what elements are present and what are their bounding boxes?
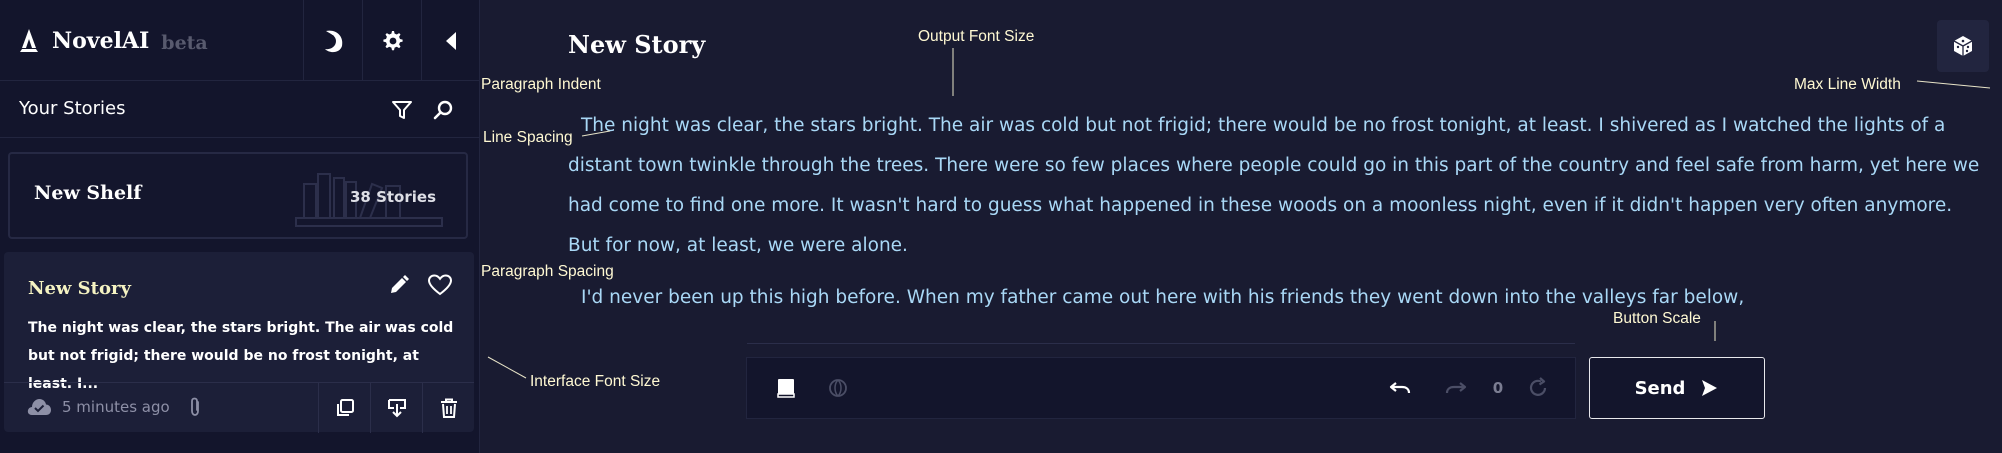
- annotation-button-scale: Button Scale: [1613, 310, 1701, 327]
- annotation-max-line-width: Max Line Width: [1794, 76, 1901, 93]
- annotation-paragraph-spacing: Paragraph Spacing: [481, 263, 614, 280]
- annotation-leader-lines: [487, 48, 1991, 379]
- annotation-paragraph-indent: Paragraph Indent: [481, 76, 601, 93]
- annotation-output-font-size: Output Font Size: [918, 28, 1035, 45]
- annotation-interface-font-size: Interface Font Size: [530, 373, 661, 390]
- annotation-line-spacing: Line Spacing: [483, 129, 573, 146]
